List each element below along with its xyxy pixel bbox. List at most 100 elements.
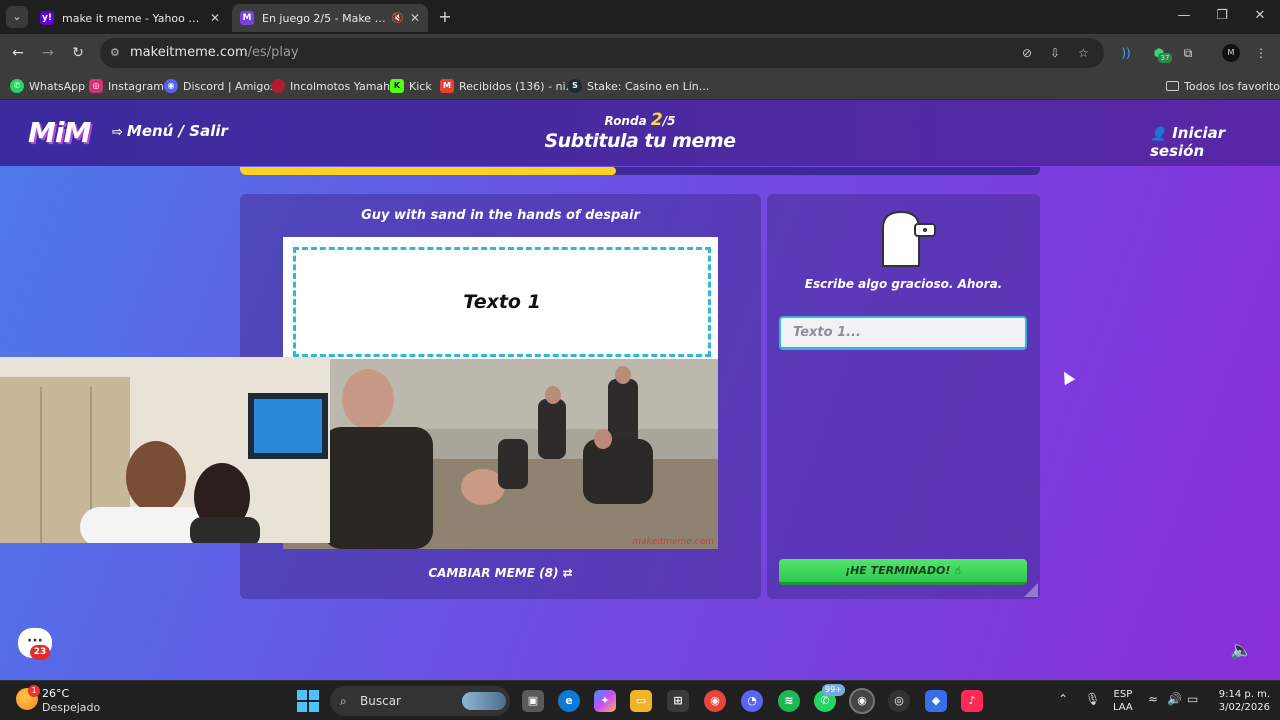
- tab-yahoo[interactable]: y! make it meme - Yahoo Search R ✕: [32, 4, 228, 32]
- microphone-icon[interactable]: 🎙: [1085, 692, 1100, 706]
- tab-bar: ⌄ y! make it meme - Yahoo Search R ✕ M E…: [0, 0, 1280, 34]
- folder-icon: [1166, 81, 1179, 91]
- audio-icon[interactable]: )): [1117, 44, 1135, 62]
- browser-toolbar: ← → ↻ ⚙ makeitmeme.com/es/play ⊘ ⇩ ☆ )) …: [0, 34, 1280, 72]
- round-indicator: Ronda 2/5: [604, 110, 676, 130]
- copilot-icon[interactable]: ✦: [594, 690, 616, 712]
- mute-tab-icon[interactable]: 🔇: [391, 13, 403, 24]
- resize-handle: [1024, 583, 1038, 597]
- extensions-puzzle-icon[interactable]: ⧉: [1179, 44, 1197, 62]
- stake-icon: S: [568, 79, 582, 93]
- edge-icon[interactable]: e: [558, 690, 580, 712]
- chrome-active-icon[interactable]: ◉: [849, 688, 875, 714]
- discord-icon: ◉: [164, 79, 178, 93]
- volume-icon[interactable]: 🔊: [1167, 692, 1182, 706]
- text-box-label: Texto 1: [463, 291, 541, 313]
- caption-panel: Escribe algo gracioso. Ahora. ¡HE TERMIN…: [767, 194, 1040, 599]
- url-host: makeitmeme.com: [130, 45, 248, 60]
- round-current: 2: [650, 110, 663, 130]
- game-header: MiM ⇨ Menú / Salir Ronda 2/5 Subtitula tu…: [0, 100, 1280, 166]
- meme-image-illustration: [283, 359, 718, 549]
- windows-start-icon[interactable]: [297, 690, 319, 712]
- meme-watermark: makeitmeme.com: [632, 537, 714, 547]
- eye-off-icon[interactable]: ⊘: [1022, 38, 1032, 68]
- meme-image: makeitmeme.com: [283, 359, 718, 549]
- url-path: /es/play: [247, 45, 299, 60]
- login-link[interactable]: 👤 Iniciar sesión: [1150, 124, 1280, 160]
- user-icon: 👤: [1150, 127, 1167, 142]
- new-tab-button[interactable]: +: [434, 6, 456, 28]
- tab-makeitmeme[interactable]: M En juego 2/5 - Make it Meme 🔇 ✕: [232, 4, 428, 32]
- bookmark-yamaha[interactable]: Incolmotos Yamaha: [271, 78, 397, 94]
- tab-title: En juego 2/5 - Make it Meme: [262, 11, 387, 25]
- search-icon: ⌕: [340, 694, 347, 708]
- instagram-icon: ◎: [89, 79, 103, 93]
- restore-icon[interactable]: ❐: [1212, 8, 1232, 23]
- chat-unread-badge: 23: [30, 645, 50, 660]
- install-app-icon[interactable]: ⇩: [1050, 38, 1060, 68]
- bookmark-stake[interactable]: S Stake: Casino en Lín...: [568, 78, 709, 94]
- exit-icon: ⇨: [112, 125, 123, 140]
- clock[interactable]: 9:14 p. m. 3/02/2026: [1214, 688, 1270, 714]
- tab-search-button[interactable]: ⌄: [6, 6, 28, 28]
- bookmark-instagram[interactable]: ◎ Instagram: [89, 78, 164, 94]
- language-indicator[interactable]: ESP LAA: [1113, 688, 1133, 714]
- minimize-icon[interactable]: —: [1174, 8, 1194, 23]
- yamaha-icon: [271, 79, 285, 93]
- discord-taskbar-icon[interactable]: ◔: [741, 690, 763, 712]
- pointer-hand-icon: ☝: [954, 564, 961, 577]
- change-meme-button[interactable]: CAMBIAR MEME (8) ⇄: [240, 566, 761, 580]
- close-window-icon[interactable]: ✕: [1250, 8, 1270, 23]
- whatsapp-unread-badge: 99+: [822, 684, 845, 696]
- file-explorer-icon[interactable]: ▭: [630, 690, 652, 712]
- taskbar-search[interactable]: ⌕ Buscar: [330, 686, 510, 716]
- bookmark-star-icon[interactable]: ☆: [1078, 38, 1089, 68]
- round-total: /5: [662, 114, 676, 128]
- gmail-icon: M: [440, 79, 454, 93]
- mouse-cursor-icon: [1058, 368, 1076, 386]
- meme-text-box[interactable]: Texto 1: [293, 247, 711, 357]
- wifi-icon[interactable]: ≈: [1148, 692, 1158, 706]
- app-icon[interactable]: ◎: [888, 690, 910, 712]
- webcam-illustration: [0, 357, 330, 543]
- bookmark-discord[interactable]: ◉ Discord | Amigos: [164, 78, 276, 94]
- forward-icon[interactable]: →: [38, 43, 58, 63]
- battery-icon[interactable]: ▭: [1187, 692, 1198, 706]
- caption-input[interactable]: [779, 316, 1027, 350]
- webcam-overlay: [0, 357, 330, 543]
- whatsapp-icon: ✆: [10, 79, 24, 93]
- chrome-icon[interactable]: ◉: [704, 690, 726, 712]
- profile-avatar[interactable]: M: [1222, 44, 1240, 62]
- bookmark-kick[interactable]: K Kick: [390, 78, 432, 94]
- bookmark-gmail[interactable]: M Recibidos (136) - ni...: [440, 78, 576, 94]
- menu-exit-link[interactable]: ⇨ Menú / Salir: [112, 122, 228, 140]
- bookmarks-bar: ✆ WhatsApp ◎ Instagram ◉ Discord | Amigos I…: [0, 72, 1280, 100]
- bookmark-whatsapp[interactable]: ✆ WhatsApp: [10, 78, 85, 94]
- back-icon[interactable]: ←: [8, 43, 28, 63]
- sound-icon[interactable]: 🔈: [1230, 640, 1252, 661]
- weather-temperature: 26°C: [42, 687, 70, 700]
- tray-chevron-icon[interactable]: ⌃: [1058, 692, 1068, 706]
- spotify-icon[interactable]: ≋: [778, 690, 800, 712]
- extension-badge: 37: [1158, 53, 1172, 63]
- reload-icon[interactable]: ↻: [68, 43, 88, 63]
- site-info-icon[interactable]: ⚙: [110, 38, 120, 68]
- mim-logo[interactable]: MiM: [28, 116, 91, 149]
- kick-icon: K: [390, 79, 404, 93]
- windows-taskbar: 1 26°C Despejado ⌕ Buscar ▣ e ✦ ▭ ⊞ ◉ ◔ …: [0, 680, 1280, 720]
- done-button[interactable]: ¡HE TERMINADO! ☝: [779, 559, 1027, 585]
- meme-template-name: Guy with sand in the hands of despair: [361, 208, 640, 223]
- mim-icon: M: [240, 11, 254, 25]
- close-tab-icon[interactable]: ✕: [210, 11, 220, 25]
- round-progress-fill: [240, 167, 616, 175]
- task-view-icon[interactable]: ▣: [522, 690, 544, 712]
- mascot-icon: [882, 210, 936, 267]
- close-tab-icon[interactable]: ✕: [410, 11, 420, 25]
- roblox-icon[interactable]: ◆: [925, 690, 947, 712]
- tiktok-icon[interactable]: ♪: [961, 690, 983, 712]
- more-menu-icon[interactable]: ⋮: [1252, 44, 1270, 62]
- all-bookmarks-folder[interactable]: Todos los favoritos: [1166, 78, 1280, 94]
- address-bar[interactable]: ⚙ makeitmeme.com/es/play ⊘ ⇩ ☆: [100, 38, 1104, 68]
- store-icon[interactable]: ⊞: [667, 690, 689, 712]
- round-progress-bar: [240, 167, 1040, 175]
